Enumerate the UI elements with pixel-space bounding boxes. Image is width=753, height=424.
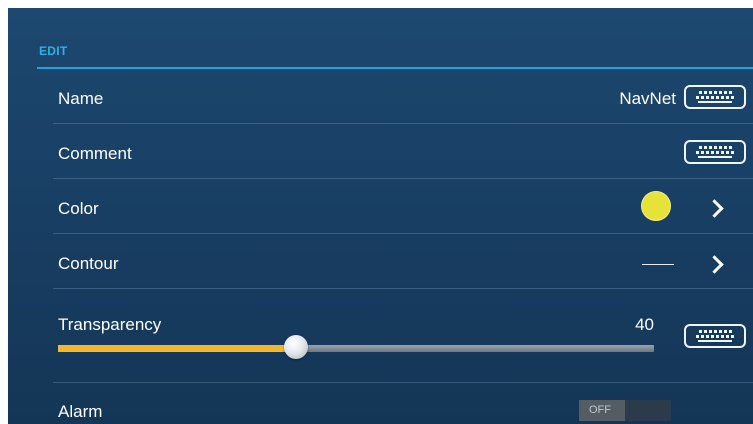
row-divider — [53, 123, 753, 124]
transparency-value: 40 — [635, 315, 654, 334]
transparency-slider[interactable] — [58, 345, 654, 352]
section-divider — [37, 67, 753, 69]
chevron-right-icon[interactable] — [705, 255, 724, 274]
alarm-label: Alarm — [58, 402, 103, 421]
row-divider — [53, 178, 753, 179]
contour-line-preview[interactable] — [642, 264, 674, 265]
contour-label: Contour — [58, 254, 119, 273]
comment-label: Comment — [58, 144, 132, 163]
section-title: EDIT — [39, 44, 68, 58]
row-divider — [53, 288, 753, 289]
name-keyboard-icon[interactable] — [684, 85, 746, 109]
transparency-slider-knob[interactable] — [284, 335, 308, 359]
edit-panel: EDIT Name NavNet Comment Color Contour T… — [8, 8, 753, 424]
alarm-toggle[interactable]: OFF — [579, 400, 671, 421]
alarm-toggle-label: OFF — [579, 400, 625, 421]
name-value: NavNet — [619, 89, 676, 108]
row-divider — [53, 382, 753, 383]
chevron-right-icon[interactable] — [705, 199, 724, 218]
transparency-label: Transparency — [58, 315, 162, 334]
transparency-slider-fill — [58, 345, 296, 352]
comment-keyboard-icon[interactable] — [684, 140, 746, 164]
color-swatch[interactable] — [641, 191, 671, 221]
row-divider — [53, 233, 753, 234]
color-label: Color — [58, 199, 99, 218]
name-label: Name — [58, 89, 104, 108]
transparency-keyboard-icon[interactable] — [684, 324, 746, 348]
